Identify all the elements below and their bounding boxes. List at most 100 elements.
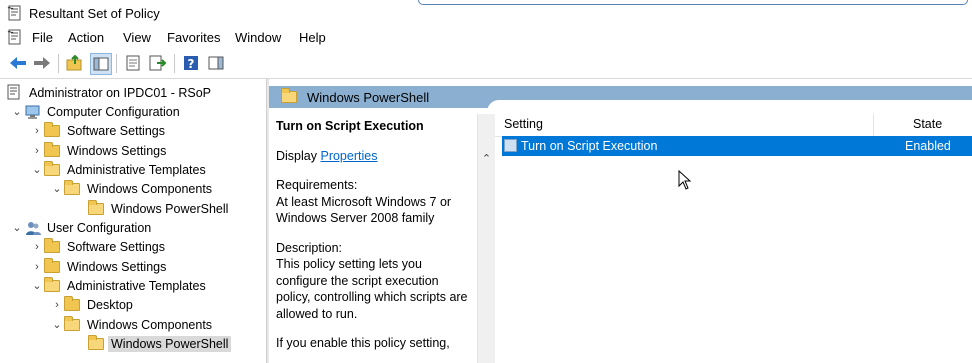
tree-item-user-software-settings[interactable]: › Software Settings <box>30 237 165 256</box>
menu-bar: File Action View Favorites Window Help <box>0 27 972 49</box>
chevron-down-icon[interactable]: ⌄ <box>50 182 64 195</box>
folder-icon <box>64 295 82 313</box>
tree-item-label: Software Settings <box>67 123 165 138</box>
computer-icon <box>24 104 42 120</box>
folder-icon <box>44 257 62 275</box>
chevron-right-icon[interactable]: › <box>30 241 44 253</box>
tree-item-user-configuration[interactable]: ⌄ User Configuration <box>10 218 151 237</box>
folder-icon <box>44 237 62 255</box>
folder-open-icon <box>44 276 62 294</box>
setting-name: Turn on Script Execution <box>521 139 658 153</box>
toolbar: ? <box>0 49 972 79</box>
tree-item-computer-software-settings[interactable]: › Software Settings <box>30 121 165 140</box>
tree-item-label: Windows Settings <box>67 259 167 274</box>
requirements-label: Requirements: <box>276 178 358 192</box>
tree-root-label: Administrator on IPDC01 - RSoP <box>29 85 212 100</box>
tree-item-computer-administrative-templates[interactable]: ⌄ Administrative Templates <box>30 160 206 179</box>
tree-item-label: User Configuration <box>47 220 152 235</box>
tree-item-label: Administrative Templates <box>67 278 206 293</box>
mouse-cursor-icon <box>678 169 692 193</box>
menu-action[interactable]: Action <box>68 30 104 45</box>
list-header: Setting State <box>495 114 972 137</box>
description-scrollbar[interactable]: ⌃ <box>477 114 495 363</box>
tree-item-user-windows-components[interactable]: ⌄ Windows Components <box>50 315 212 334</box>
folder-icon <box>44 141 62 159</box>
folder-open-icon <box>44 160 62 178</box>
tree-item-user-administrative-templates[interactable]: ⌄ Administrative Templates <box>30 276 206 295</box>
chevron-down-icon[interactable]: ⌄ <box>30 163 44 176</box>
system-menu-icon[interactable] <box>7 29 23 49</box>
column-header-state[interactable]: State <box>913 117 942 131</box>
up-folder-icon[interactable] <box>65 53 85 73</box>
back-icon[interactable] <box>8 53 28 73</box>
description-title: Turn on Script Execution <box>276 119 424 133</box>
requirements-text: At least Microsoft Windows 7 or Windows … <box>276 194 452 226</box>
results-pane: Windows PowerShell Turn on Script Execut… <box>269 80 972 363</box>
column-divider[interactable] <box>873 114 874 136</box>
tree-item-label: Windows PowerShell <box>108 335 232 352</box>
tree-item-label: Software Settings <box>67 239 165 254</box>
forward-icon[interactable] <box>32 53 52 73</box>
rsop-root-icon <box>6 84 24 101</box>
list-item[interactable]: Turn on Script Execution Enabled <box>502 136 972 156</box>
standard-tab-corner <box>487 100 972 114</box>
chevron-right-icon[interactable]: › <box>50 299 64 311</box>
tree-item-user-desktop[interactable]: › Desktop <box>50 295 133 314</box>
menu-file[interactable]: File <box>32 30 53 45</box>
properties-icon[interactable] <box>123 53 143 73</box>
show-action-pane-icon[interactable] <box>206 53 226 73</box>
tree-item-label: Desktop <box>87 297 133 312</box>
toolbar-separator <box>174 54 175 73</box>
tree-item-label: Windows Components <box>87 181 213 196</box>
toolbar-separator <box>58 54 59 73</box>
tree-item-label: Windows Components <box>87 317 213 332</box>
export-list-icon[interactable] <box>148 53 168 73</box>
svg-text:?: ? <box>188 57 195 71</box>
chevron-right-icon[interactable]: › <box>30 145 44 157</box>
settings-list: Setting State Turn on Script Execution E… <box>495 114 972 363</box>
column-header-setting[interactable]: Setting <box>504 117 543 131</box>
show-hide-tree-icon[interactable] <box>90 53 112 75</box>
console-tree: Administrator on IPDC01 - RSoP ⌄ Compute… <box>0 80 266 363</box>
rsop-app-icon <box>7 5 23 25</box>
folder-icon <box>44 121 62 139</box>
properties-link[interactable]: Properties <box>320 149 377 163</box>
tree-root[interactable]: Administrator on IPDC01 - RSoP <box>6 83 211 102</box>
tree-item-label: Computer Configuration <box>47 104 180 119</box>
users-icon <box>24 220 42 236</box>
chevron-down-icon[interactable]: ⌄ <box>50 318 64 331</box>
menu-help[interactable]: Help <box>299 30 326 45</box>
chevron-right-icon[interactable]: › <box>30 125 44 137</box>
chevron-right-icon[interactable]: › <box>30 261 44 273</box>
folder-open-icon <box>64 315 82 333</box>
tree-item-label: Windows PowerShell <box>111 201 229 216</box>
tree-item-computer-windows-powershell[interactable]: Windows PowerShell <box>74 199 228 218</box>
menu-view[interactable]: View <box>123 30 151 45</box>
chevron-down-icon[interactable]: ⌄ <box>10 105 24 118</box>
policy-setting-icon <box>504 139 517 152</box>
tree-item-user-windows-settings[interactable]: › Windows Settings <box>30 257 166 276</box>
window-title: Resultant Set of Policy <box>29 6 160 21</box>
tree-item-computer-windows-settings[interactable]: › Windows Settings <box>30 141 166 160</box>
chevron-down-icon[interactable]: ⌄ <box>10 221 24 234</box>
tree-item-computer-windows-components[interactable]: ⌄ Windows Components <box>50 179 212 198</box>
tree-item-user-windows-powershell[interactable]: Windows PowerShell <box>74 334 232 353</box>
display-label: Display <box>276 148 317 163</box>
folder-icon <box>281 88 297 106</box>
tree-item-computer-configuration[interactable]: ⌄ Computer Configuration <box>10 102 180 121</box>
scroll-up-icon[interactable]: ⌃ <box>478 150 495 166</box>
chevron-down-icon[interactable]: ⌄ <box>30 279 44 292</box>
folder-icon <box>88 334 106 352</box>
toolbar-separator <box>116 54 117 73</box>
tree-item-label: Administrative Templates <box>67 162 206 177</box>
folder-icon <box>88 199 106 217</box>
help-icon[interactable]: ? <box>181 53 201 73</box>
menu-window[interactable]: Window <box>235 30 281 45</box>
description-label: Description: <box>276 240 342 255</box>
description-text: This policy setting lets you configure t… <box>276 257 468 321</box>
description-more-text: If you enable this policy setting, <box>276 336 450 350</box>
pane-header-title: Windows PowerShell <box>307 90 430 105</box>
setting-state: Enabled <box>905 139 951 153</box>
title-bar: Resultant Set of Policy <box>0 0 972 27</box>
menu-favorites[interactable]: Favorites <box>167 30 220 45</box>
